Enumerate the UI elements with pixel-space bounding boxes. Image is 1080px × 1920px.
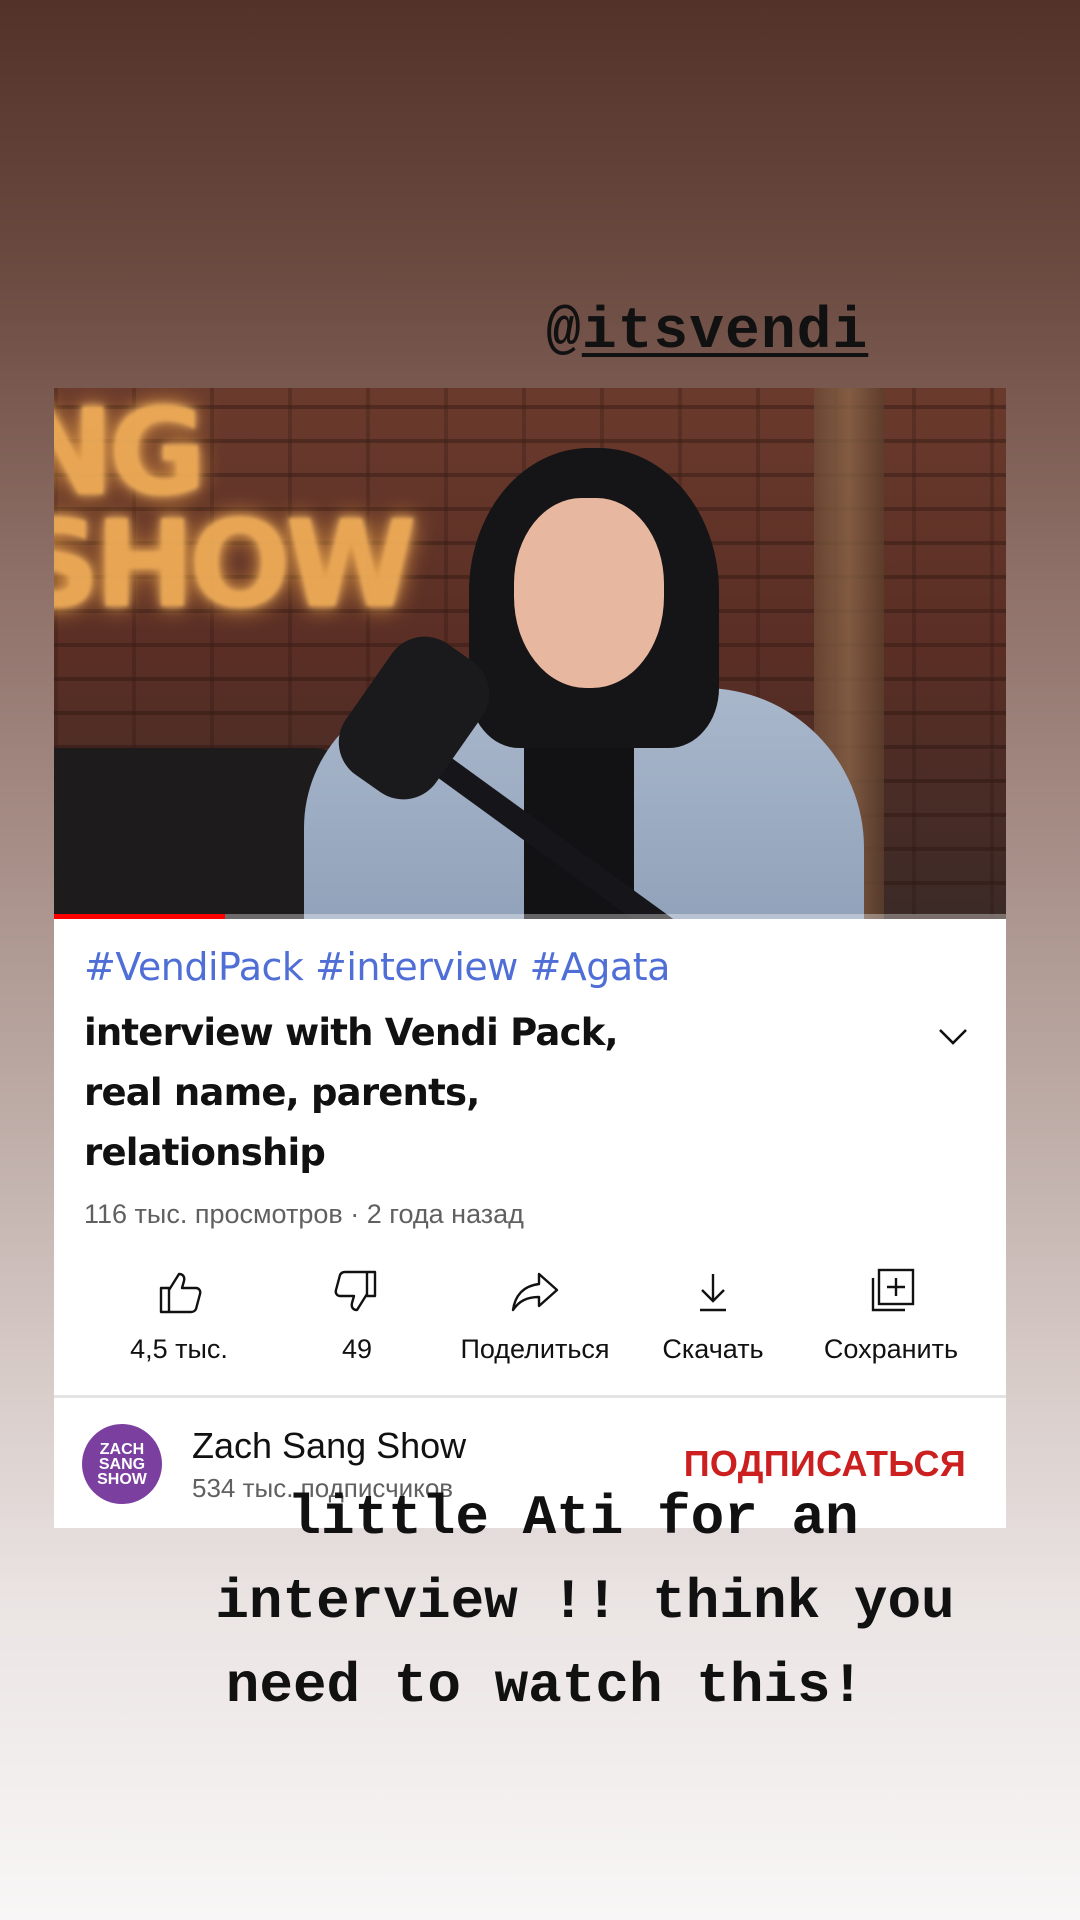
caption-line: need to watch this!: [225, 1654, 865, 1718]
save-label: Сохранить: [823, 1334, 959, 1364]
chevron-down-icon[interactable]: [936, 1019, 970, 1053]
like-button[interactable]: 4,5 тыс.: [94, 1266, 264, 1365]
download-icon: [700, 1274, 726, 1312]
caption-line: interview !! think you: [215, 1570, 955, 1634]
story-caption: little Ati for an interview !! think you…: [0, 1476, 1080, 1728]
playlist-add-icon: [871, 1268, 915, 1312]
thumbs-up-icon: [159, 1272, 202, 1314]
video-thumbnail[interactable]: NG SHOW: [54, 388, 1006, 919]
person-face: [514, 498, 664, 688]
video-info: #VendiPack #interview #Agata interview w…: [54, 919, 1006, 1230]
video-meta: 116 тыс. просмотров · 2 года назад: [84, 1199, 524, 1229]
download-button[interactable]: Скачать: [628, 1266, 798, 1365]
channel-name: Zach Sang Show: [192, 1424, 467, 1466]
share-label: Поделиться: [460, 1334, 610, 1364]
share-button[interactable]: Поделиться: [450, 1266, 620, 1365]
video-card: NG SHOW #VendiPack #interview #Agata int…: [54, 388, 1006, 1528]
caption-line: little Ati for an: [287, 1486, 859, 1550]
mention-handle[interactable]: itsvendi: [582, 300, 868, 365]
mention-sticker[interactable]: @itsvendi: [546, 300, 868, 365]
like-count: 4,5 тыс.: [130, 1334, 228, 1364]
download-label: Скачать: [662, 1334, 764, 1364]
action-bar: 4,5 тыс. 49 Поделиться Скачать Сохранить: [54, 1230, 1006, 1395]
dislike-count: 49: [341, 1334, 373, 1364]
mention-at: @: [546, 300, 582, 365]
thumbs-down-icon: [334, 1270, 377, 1312]
save-button[interactable]: Сохранить: [806, 1266, 976, 1365]
show-sign: NG SHOW: [54, 388, 417, 635]
dislike-button[interactable]: 49: [272, 1266, 442, 1365]
video-title: interview with Vendi Pack, real name, pa…: [84, 1011, 619, 1174]
share-icon: [511, 1272, 559, 1312]
video-hashtags[interactable]: #VendiPack #interview #Agata: [84, 945, 976, 989]
